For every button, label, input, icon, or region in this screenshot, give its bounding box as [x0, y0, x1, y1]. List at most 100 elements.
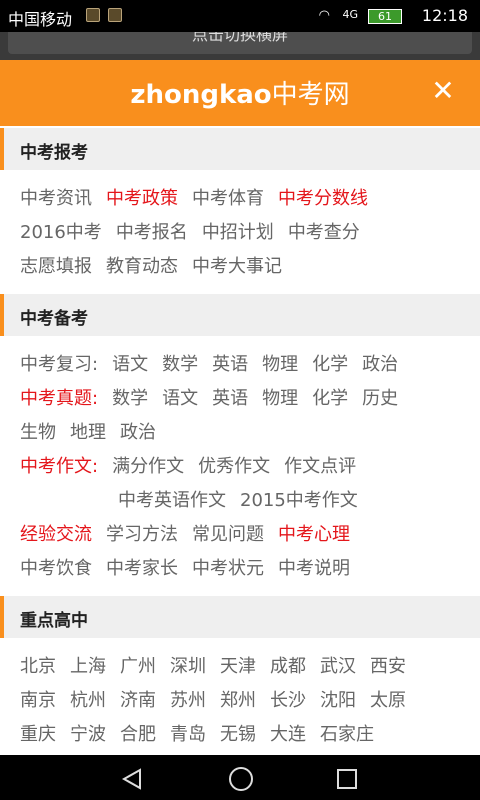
menu-link[interactable]: 济南 [120, 690, 156, 711]
menu-link[interactable]: 英语 [212, 388, 248, 409]
menu-link[interactable]: 中考体育 [192, 188, 264, 209]
menu-link[interactable]: 地理 [70, 422, 106, 443]
section-title: 重点高中 [20, 611, 88, 631]
link-row: 南京 杭州 济南 苏州 郑州 长沙 沈阳 太原 [20, 686, 420, 716]
menu-link[interactable]: 常见问题 [192, 524, 264, 545]
menu-link[interactable]: 中考说明 [278, 558, 350, 579]
logo-latin: zhongkao [130, 80, 272, 110]
logo-chinese: 中考网 [271, 80, 350, 110]
menu-link[interactable]: 政治 [362, 354, 398, 375]
link-row: 中考真题: 数学 语文 英语 物理 化学 历史 [20, 384, 412, 414]
section-title: 中考报考 [20, 143, 88, 163]
menu-link[interactable]: 满分作文 [112, 456, 184, 477]
link-row: 经验交流 学习方法 常见问题 中考心理 [20, 520, 364, 550]
menu-link[interactable]: 深圳 [170, 656, 206, 677]
menu-link[interactable]: 中招计划 [202, 222, 274, 243]
menu-link[interactable]: 苏州 [170, 690, 206, 711]
section-title: 中考备考 [20, 309, 88, 329]
menu-link[interactable]: 上海 [70, 656, 106, 677]
menu-link[interactable]: 大连 [270, 724, 306, 745]
menu-link[interactable]: 中考心理 [278, 524, 350, 545]
menu-link[interactable]: 沈阳 [320, 690, 356, 711]
menu-link[interactable]: 天津 [220, 656, 256, 677]
link-row: 中考复习: 语文 数学 英语 物理 化学 政治 [20, 350, 412, 380]
menu-link[interactable]: 中考复习: [20, 354, 98, 375]
network-type-label: 4G [342, 8, 358, 21]
menu-link[interactable]: 2016中考 [20, 222, 102, 243]
menu-link[interactable]: 合肥 [120, 724, 156, 745]
menu-link[interactable]: 物理 [262, 354, 298, 375]
menu-link[interactable]: 太原 [370, 690, 406, 711]
menu-link[interactable]: 政治 [120, 422, 156, 443]
menu-link[interactable]: 中考真题: [20, 388, 98, 409]
close-icon[interactable]: ✕ [428, 76, 458, 106]
menu-link[interactable]: 中考资讯 [20, 188, 92, 209]
rotate-banner[interactable]: 点击切换横屏 [0, 32, 480, 60]
menu-link[interactable]: 中考英语作文 [118, 490, 226, 511]
menu-link[interactable]: 中考报名 [116, 222, 188, 243]
carrier-label: 中国移动 [8, 10, 73, 29]
link-row: 中考资讯 中考政策 中考体育 中考分数线 [20, 184, 382, 214]
menu-link[interactable]: 中考饮食 [20, 558, 92, 579]
menu-link[interactable]: 西安 [370, 656, 406, 677]
menu-link[interactable]: 成都 [270, 656, 306, 677]
menu-link[interactable]: 郑州 [220, 690, 256, 711]
menu-link[interactable]: 中考家长 [106, 558, 178, 579]
status-bar: 中国移动 ◠ 4G 61 12:18 [0, 0, 480, 32]
menu-link[interactable]: 武汉 [320, 656, 356, 677]
menu-link[interactable]: 南京 [20, 690, 56, 711]
section-header-baokao: 中考报考 [0, 128, 480, 170]
menu-link[interactable]: 青岛 [170, 724, 206, 745]
menu-link[interactable]: 中考政策 [106, 188, 178, 209]
menu-link[interactable]: 石家庄 [320, 724, 374, 745]
menu-link[interactable]: 重庆 [20, 724, 56, 745]
menu-link[interactable]: 化学 [312, 354, 348, 375]
menu-link[interactable]: 宁波 [70, 724, 106, 745]
link-row: 志愿填报 教育动态 中考大事记 [20, 252, 296, 282]
menu-link[interactable]: 数学 [162, 354, 198, 375]
home-icon[interactable] [228, 766, 254, 792]
menu-link[interactable]: 语文 [162, 388, 198, 409]
link-row: 北京 上海 广州 深圳 天津 成都 武汉 西安 [20, 652, 420, 682]
section-header-beikao: 中考备考 [0, 294, 480, 336]
menu-link[interactable]: 历史 [362, 388, 398, 409]
battery-icon: 61 [368, 9, 402, 24]
image-notification-icon [108, 8, 122, 22]
menu-link[interactable]: 长沙 [270, 690, 306, 711]
site-logo: zhongkao中考网 [0, 74, 480, 111]
menu-link[interactable]: 作文点评 [284, 456, 356, 477]
recent-apps-icon[interactable] [335, 767, 359, 791]
link-row: 中考饮食 中考家长 中考状元 中考说明 [20, 554, 364, 584]
menu-link[interactable]: 化学 [312, 388, 348, 409]
menu-link[interactable]: 优秀作文 [198, 456, 270, 477]
link-row: 生物 地理 政治 [20, 418, 170, 448]
menu-link[interactable]: 语文 [112, 354, 148, 375]
link-row: 中考作文: 满分作文 优秀作文 作文点评 [20, 452, 370, 482]
menu-header: zhongkao中考网 ✕ [0, 60, 480, 126]
menu-link[interactable]: 经验交流 [20, 524, 92, 545]
menu-link[interactable]: 生物 [20, 422, 56, 443]
menu-link[interactable]: 中考分数线 [278, 188, 368, 209]
menu-link[interactable]: 教育动态 [106, 256, 178, 277]
menu-link[interactable]: 志愿填报 [20, 256, 92, 277]
menu-link[interactable]: 杭州 [70, 690, 106, 711]
clock: 12:18 [421, 6, 468, 25]
wifi-icon: ◠ [318, 8, 330, 23]
menu-link[interactable]: 中考作文: [20, 456, 98, 477]
menu-link[interactable]: 北京 [20, 656, 56, 677]
link-row: 2016中考 中考报名 中招计划 中考查分 [20, 218, 374, 248]
system-nav-bar [0, 755, 480, 800]
menu-link[interactable]: 2015中考作文 [240, 490, 358, 511]
menu-link[interactable]: 中考大事记 [192, 256, 282, 277]
menu-link[interactable]: 无锡 [220, 724, 256, 745]
menu-link[interactable]: 英语 [212, 354, 248, 375]
menu-link[interactable]: 物理 [262, 388, 298, 409]
menu-link[interactable]: 学习方法 [106, 524, 178, 545]
menu-link[interactable]: 数学 [112, 388, 148, 409]
section-header-gaozhong: 重点高中 [0, 596, 480, 638]
menu-link[interactable]: 中考查分 [288, 222, 360, 243]
back-icon[interactable] [120, 767, 144, 791]
menu-link[interactable]: 广州 [120, 656, 156, 677]
rotate-banner-text[interactable]: 点击切换横屏 [8, 32, 472, 54]
menu-link[interactable]: 中考状元 [192, 558, 264, 579]
